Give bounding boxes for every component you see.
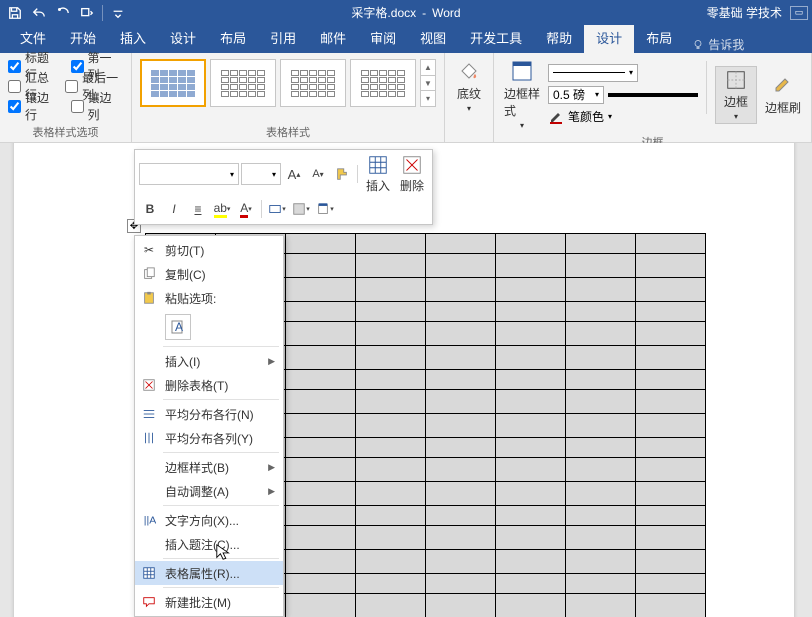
ctx-new-comment[interactable]: 新建批注(M) — [135, 590, 283, 614]
tab-view[interactable]: 视图 — [408, 22, 458, 53]
bold-button[interactable]: B — [139, 198, 161, 220]
ctx-insert-caption[interactable]: 插入题注(C)... — [135, 532, 283, 556]
highlight-button[interactable]: ab▾ — [211, 198, 233, 220]
title-bar-title: 采字格.docx - Word — [351, 4, 460, 21]
grow-font-button[interactable]: A▴ — [283, 163, 305, 185]
tab-layout[interactable]: 布局 — [208, 22, 258, 53]
shading-button[interactable]: 底纹▾ — [449, 57, 489, 115]
group-table-styles: ▲▼▾ 表格样式 — [132, 53, 445, 142]
ctx-border-style[interactable]: 边框样式(B)▶ — [135, 455, 283, 479]
title-right-text: 零基础 学技术 — [707, 4, 782, 21]
italic-button[interactable]: I — [163, 198, 185, 220]
mini-delete-button[interactable]: 删除 — [396, 154, 428, 194]
document-area: ✥ ▾ ▾ A▴ A▾ — [0, 143, 812, 617]
ribbon-display-icon[interactable]: ▭ — [790, 6, 808, 20]
insert-table-icon — [367, 154, 389, 176]
paste-icon — [141, 290, 157, 306]
pen-color-icon — [548, 109, 564, 125]
gallery-more-button[interactable]: ▲▼▾ — [420, 59, 436, 107]
font-family-combo[interactable]: ▾ — [139, 163, 239, 185]
line-style-combo[interactable]: ▾ — [548, 64, 638, 82]
styles-mini-button[interactable]: ▾ — [314, 198, 336, 220]
ribbon: 标题行 第一列 汇总行 最后一列 镶边行 镶边列 表格样式选项 ▲▼▾ — [0, 53, 812, 143]
app-name: Word — [432, 6, 460, 20]
border-styles-icon — [510, 59, 534, 83]
chk-banded-row[interactable]: 镶边行 — [8, 97, 61, 115]
group-borders: 边框样式▾ ▾ 0.5 磅▾ 笔颜色▾ 边框▾ — [494, 53, 812, 142]
ctx-paste-options: A — [135, 310, 283, 344]
undo-icon[interactable] — [28, 2, 50, 24]
chk-banded-col[interactable]: 镶边列 — [71, 97, 124, 115]
context-menu: ✂ 剪切(T) 复制(C) 粘贴选项: A 插入(I)▶ 删除表格(T) 平均分… — [134, 235, 284, 617]
redo-icon[interactable] — [52, 2, 74, 24]
text-direction-icon: ||A — [141, 512, 157, 528]
font-color-button[interactable]: A▾ — [235, 198, 257, 220]
dist-rows-icon — [141, 406, 157, 422]
table-style-1[interactable] — [140, 59, 206, 107]
border-painter-icon — [771, 73, 795, 97]
merge-button[interactable]: ▾ — [266, 198, 288, 220]
line-weight-combo[interactable]: 0.5 磅▾ — [548, 86, 604, 104]
qat-more-icon[interactable] — [107, 2, 129, 24]
format-painter-icon[interactable] — [331, 163, 353, 185]
tab-developer[interactable]: 开发工具 — [458, 22, 534, 53]
shading-mini-button[interactable]: ▾ — [290, 198, 312, 220]
border-styles-button[interactable]: 边框样式▾ — [502, 57, 542, 132]
table-styles-gallery[interactable]: ▲▼▾ — [140, 59, 436, 107]
ctx-distribute-rows[interactable]: 平均分布各行(N) — [135, 402, 283, 426]
ctx-table-properties[interactable]: 表格属性(R)... — [135, 561, 283, 585]
dist-cols-icon — [141, 430, 157, 446]
group-table-style-options: 标题行 第一列 汇总行 最后一列 镶边行 镶边列 表格样式选项 — [0, 53, 132, 142]
paste-keep-source[interactable]: A — [165, 314, 191, 340]
tell-me[interactable]: 告诉我 — [684, 36, 752, 53]
ctx-insert[interactable]: 插入(I)▶ — [135, 349, 283, 373]
group-shading: 底纹▾ — [445, 53, 494, 142]
table-style-2[interactable] — [210, 59, 276, 107]
pen-color-label[interactable]: 笔颜色 — [568, 108, 604, 125]
delete-table-icon — [401, 154, 423, 176]
tab-references[interactable]: 引用 — [258, 22, 308, 53]
doc-name: 采字格.docx — [351, 4, 416, 21]
ctx-text-direction[interactable]: ||A 文字方向(X)... — [135, 508, 283, 532]
tab-help[interactable]: 帮助 — [534, 22, 584, 53]
ctx-cut[interactable]: ✂ 剪切(T) — [135, 238, 283, 262]
borders-button[interactable]: 边框▾ — [715, 66, 757, 124]
quick-access-toolbar — [4, 2, 129, 24]
comment-icon — [141, 594, 157, 610]
group-label-table-styles: 表格样式 — [140, 122, 436, 140]
borders-icon — [725, 69, 747, 91]
lightbulb-icon — [692, 39, 704, 51]
ctx-autofit[interactable]: 自动调整(A)▶ — [135, 479, 283, 503]
copy-icon — [141, 266, 157, 282]
pen-sample — [608, 93, 698, 97]
qat-dropdown-icon[interactable] — [76, 2, 98, 24]
svg-text:A: A — [175, 320, 183, 334]
tab-design[interactable]: 设计 — [158, 22, 208, 53]
group-label-style-options: 表格样式选项 — [8, 122, 123, 140]
tab-review[interactable]: 审阅 — [358, 22, 408, 53]
underline-button[interactable]: ≡ — [187, 198, 209, 220]
table-properties-icon — [141, 565, 157, 581]
title-bar: 采字格.docx - Word 零基础 学技术 ▭ — [0, 0, 812, 25]
table-style-4[interactable] — [350, 59, 416, 107]
shrink-font-button[interactable]: A▾ — [307, 163, 329, 185]
mini-insert-button[interactable]: 插入 — [362, 154, 394, 194]
svg-text:||A: ||A — [144, 515, 156, 527]
font-size-combo[interactable]: ▾ — [241, 163, 281, 185]
border-painter-button[interactable]: 边框刷 — [763, 71, 803, 118]
ctx-copy[interactable]: 复制(C) — [135, 262, 283, 286]
ctx-distribute-cols[interactable]: 平均分布各列(Y) — [135, 426, 283, 450]
cut-icon: ✂ — [141, 242, 157, 258]
mini-toolbar: ▾ ▾ A▴ A▾ 插入 删除 B I ≡ ab▾ A▾ ▾ ▾ ▾ — [134, 149, 433, 225]
delete-table-ctx-icon — [141, 377, 157, 393]
save-icon[interactable] — [4, 2, 26, 24]
ctx-delete-table[interactable]: 删除表格(T) — [135, 373, 283, 397]
bucket-icon — [457, 59, 481, 83]
tab-mailings[interactable]: 邮件 — [308, 22, 358, 53]
table-style-3[interactable] — [280, 59, 346, 107]
ctx-paste-label: 粘贴选项: — [135, 286, 283, 310]
